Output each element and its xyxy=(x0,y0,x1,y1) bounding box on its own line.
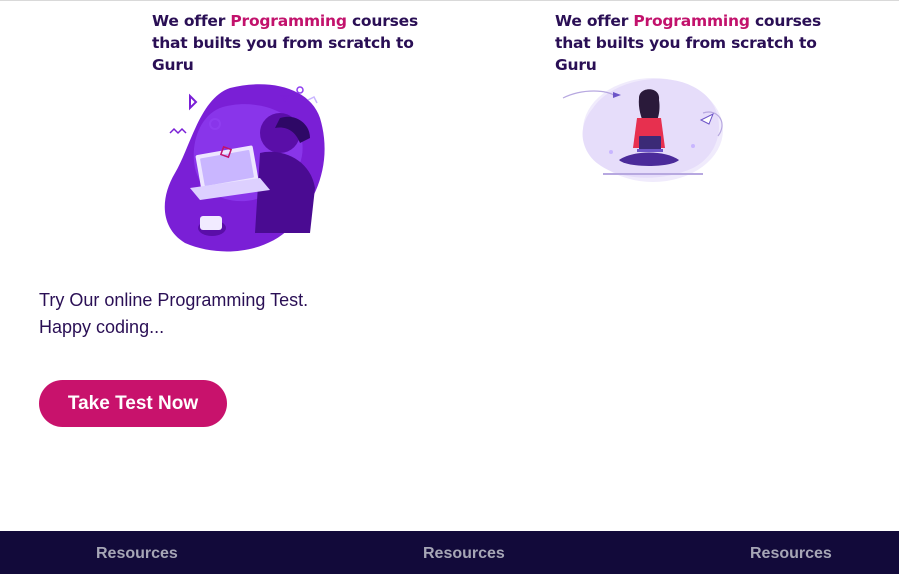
promo-heading-left: We offer Programming courses that builts… xyxy=(152,10,442,76)
test-invitation: Try Our online Programming Test. Happy c… xyxy=(39,287,308,341)
top-divider xyxy=(0,0,899,1)
promo-highlight: Programming xyxy=(633,12,750,30)
take-test-button[interactable]: Take Test Now xyxy=(39,380,227,427)
promo-prefix: We offer xyxy=(152,12,231,30)
test-invitation-line-2: Happy coding... xyxy=(39,317,165,337)
footer-link-resources[interactable]: Resources xyxy=(750,545,832,563)
footer-link-resources[interactable]: Resources xyxy=(423,545,505,563)
programmer-illustration xyxy=(164,84,325,252)
footer-link-resources[interactable]: Resources xyxy=(96,545,178,563)
test-invitation-line-1: Try Our online Programming Test. xyxy=(39,290,309,310)
student-laptop-illustration xyxy=(562,78,723,182)
promo-prefix: We offer xyxy=(555,12,634,30)
promo-heading-right: We offer Programming courses that builts… xyxy=(555,10,845,76)
promo-highlight: Programming xyxy=(230,12,347,30)
footer: Resources Resources Resources xyxy=(0,531,899,574)
